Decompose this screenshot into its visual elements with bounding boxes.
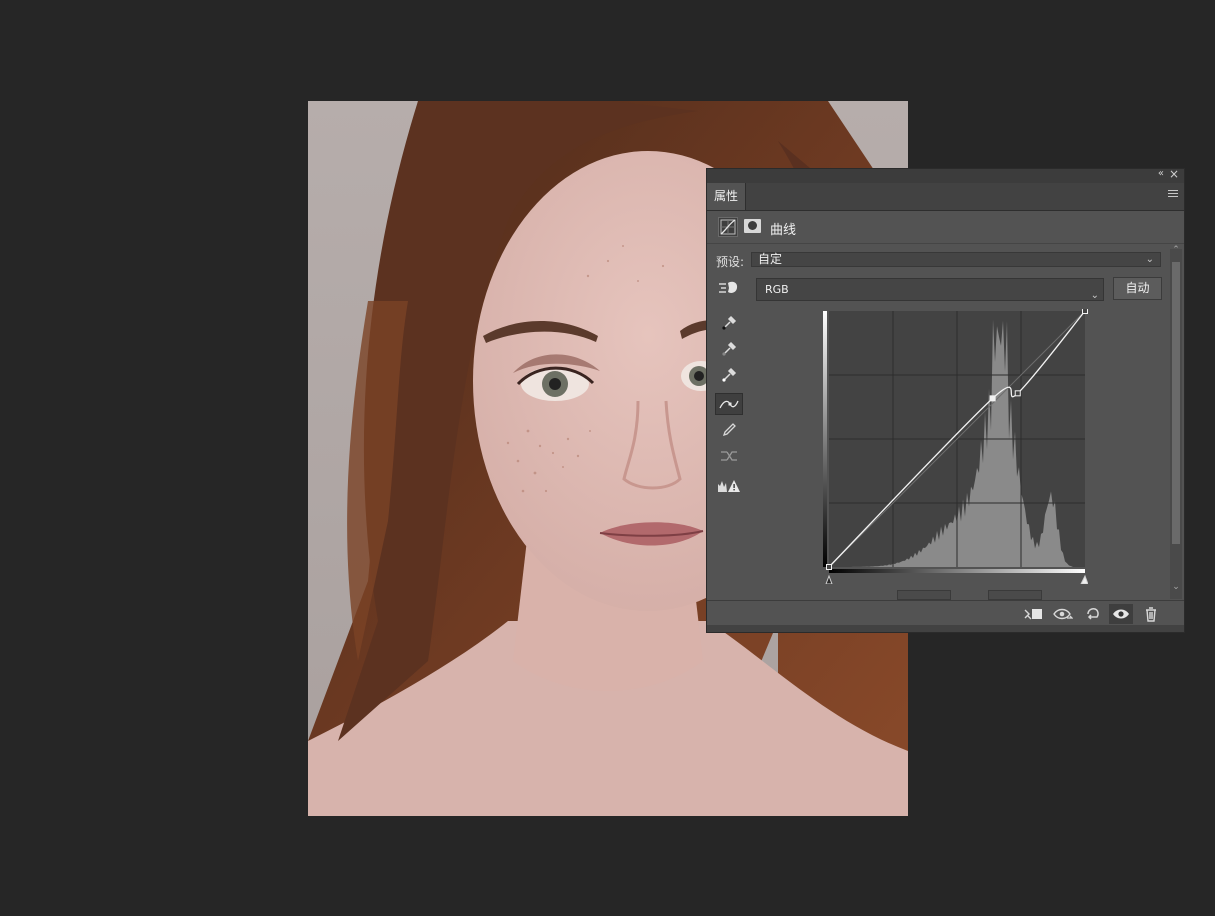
input-gradient-bar xyxy=(829,569,1085,573)
panel-title-bar[interactable]: « × xyxy=(707,167,1184,183)
panel-menu-icon[interactable] xyxy=(1168,190,1178,200)
on-image-adjust-icon[interactable] xyxy=(717,279,739,297)
scroll-up-icon[interactable]: ⌃ xyxy=(1170,245,1182,255)
gray-point-eyedropper-icon[interactable] xyxy=(715,338,743,360)
black-point-slider[interactable] xyxy=(825,574,833,584)
clipping-warning-icon[interactable] xyxy=(715,475,743,497)
curve-control-point[interactable] xyxy=(1082,309,1088,314)
visibility-icon[interactable] xyxy=(1109,604,1133,624)
scrollbar-thumb[interactable] xyxy=(1172,262,1180,544)
layer-mask-icon[interactable] xyxy=(744,219,761,233)
double-chevron-left-icon[interactable]: « xyxy=(1158,168,1164,179)
close-icon[interactable]: × xyxy=(1169,167,1179,181)
chevron-down-icon: ⌄ xyxy=(1145,254,1154,265)
view-previous-state-icon[interactable] xyxy=(1051,604,1075,624)
panel-resize-strip[interactable] xyxy=(707,625,1184,632)
curve-points-icon[interactable] xyxy=(715,393,743,415)
properties-panel: « × 属性 曲线 预设: 自定 ⌄ RGB ⌄ 自动 ⌃ ⌄ xyxy=(706,167,1185,633)
output-value-field[interactable] xyxy=(988,590,1042,600)
input-value-field[interactable] xyxy=(897,590,951,600)
reset-icon[interactable] xyxy=(1081,604,1105,624)
channel-dropdown[interactable]: RGB ⌄ xyxy=(756,278,1104,301)
white-point-slider[interactable] xyxy=(1080,574,1088,584)
chevron-down-icon: ⌄ xyxy=(1090,290,1099,301)
tab-properties[interactable]: 属性 xyxy=(707,183,747,210)
curve-control-point[interactable] xyxy=(826,564,832,570)
scroll-down-icon[interactable]: ⌄ xyxy=(1170,582,1182,592)
preset-label: 预设: xyxy=(716,255,745,269)
preset-dropdown[interactable]: 自定 ⌄ xyxy=(751,252,1161,267)
adjustment-header: 曲线 xyxy=(707,211,1184,244)
trash-icon[interactable] xyxy=(1139,604,1163,624)
preset-value: 自定 xyxy=(758,252,783,266)
channel-value: RGB xyxy=(765,283,789,296)
curve-control-point[interactable] xyxy=(989,395,996,402)
black-point-eyedropper-icon[interactable] xyxy=(715,312,743,334)
curve-control-point[interactable] xyxy=(1014,390,1021,397)
auto-button[interactable]: 自动 xyxy=(1113,277,1162,300)
panel-footer xyxy=(707,600,1184,627)
clip-to-layer-icon[interactable] xyxy=(1021,604,1045,624)
adjustment-title: 曲线 xyxy=(770,223,797,238)
white-point-eyedropper-icon[interactable] xyxy=(715,364,743,386)
curves-graph[interactable] xyxy=(823,309,1088,584)
curves-adjustment-icon[interactable] xyxy=(718,217,738,237)
pencil-icon[interactable] xyxy=(715,419,743,441)
smooth-icon[interactable] xyxy=(715,445,743,467)
output-gradient-bar xyxy=(823,311,827,567)
panel-tab-row: 属性 xyxy=(707,183,1184,211)
